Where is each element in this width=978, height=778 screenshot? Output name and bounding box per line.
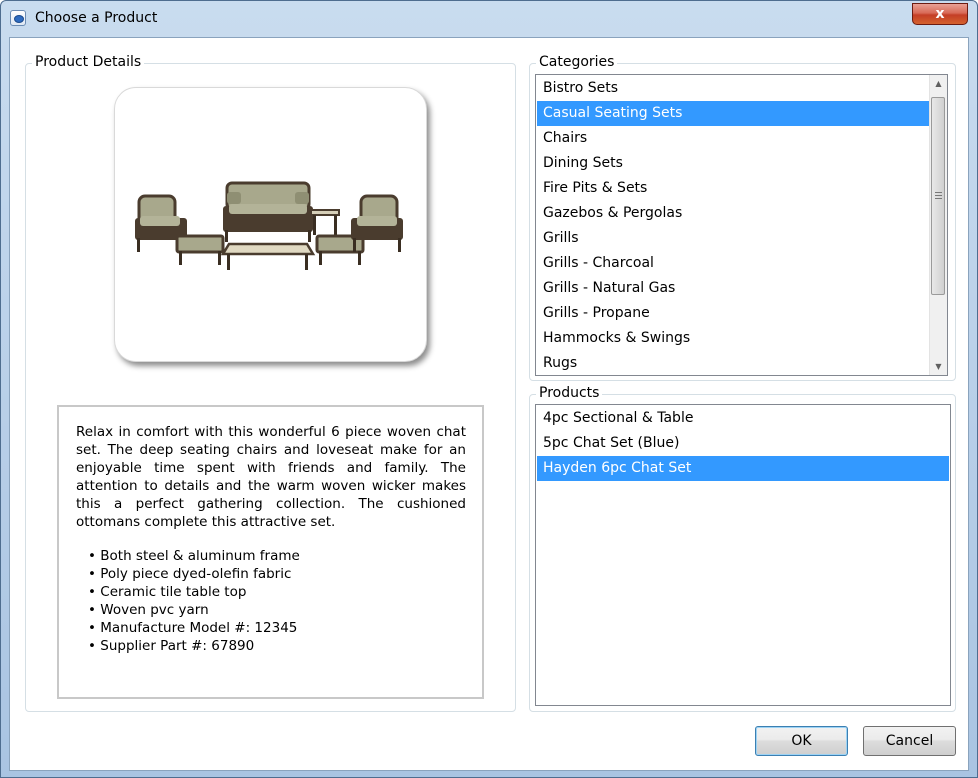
categories-items: Bistro Sets Casual Seating Sets Chairs D… (537, 76, 929, 375)
category-item-grills-propane[interactable]: Grills - Propane (537, 301, 929, 326)
feature-item: Manufacture Model #: 12345 (88, 619, 466, 637)
categories-legend: Categories (536, 54, 618, 70)
product-item-4pc-sectional[interactable]: 4pc Sectional & Table (537, 406, 949, 431)
categories-group: Categories Bistro Sets Casual Seating Se… (529, 54, 956, 381)
products-group: Products 4pc Sectional & Table 5pc Chat … (529, 385, 956, 712)
product-item-5pc-chat-set[interactable]: 5pc Chat Set (Blue) (537, 431, 949, 456)
cancel-button[interactable]: Cancel (863, 726, 956, 756)
app-icon (10, 10, 26, 26)
product-item-hayden-6pc[interactable]: Hayden 6pc Chat Set (537, 456, 949, 481)
products-listbox[interactable]: 4pc Sectional & Table 5pc Chat Set (Blue… (535, 404, 951, 706)
category-item-rugs[interactable]: Rugs (537, 351, 929, 375)
feature-item: Ceramic tile table top (88, 583, 466, 601)
category-item-chairs[interactable]: Chairs (537, 126, 929, 151)
close-button[interactable]: x (912, 3, 968, 25)
feature-list: Both steel & aluminum frame Poly piece d… (76, 547, 466, 655)
scroll-thumb[interactable] (931, 97, 945, 295)
product-details-legend: Product Details (32, 54, 145, 70)
categories-listbox[interactable]: Bistro Sets Casual Seating Sets Chairs D… (535, 74, 948, 376)
category-item-grills[interactable]: Grills (537, 226, 929, 251)
category-item-dining-sets[interactable]: Dining Sets (537, 151, 929, 176)
product-description-box[interactable]: Relax in comfort with this wonderful 6 p… (57, 405, 484, 699)
products-legend: Products (536, 385, 603, 401)
feature-item: Poly piece dyed-olefin fabric (88, 565, 466, 583)
feature-item: Woven pvc yarn (88, 601, 466, 619)
grip-icon (935, 192, 942, 199)
ok-button[interactable]: OK (755, 726, 848, 756)
category-item-grills-charcoal[interactable]: Grills - Charcoal (537, 251, 929, 276)
title-bar[interactable]: Choose a Product x (1, 1, 977, 37)
products-items: 4pc Sectional & Table 5pc Chat Set (Blue… (537, 406, 949, 481)
category-item-grills-natural-gas[interactable]: Grills - Natural Gas (537, 276, 929, 301)
feature-item: Both steel & aluminum frame (88, 547, 466, 565)
product-description: Relax in comfort with this wonderful 6 p… (76, 424, 466, 530)
category-item-fire-pits[interactable]: Fire Pits & Sets (537, 176, 929, 201)
product-image (114, 87, 427, 362)
category-item-bistro-sets[interactable]: Bistro Sets (537, 76, 929, 101)
product-details-group: Product Details Relax in comfort with th… (25, 54, 516, 712)
scroll-up-arrow-icon[interactable]: ▲ (930, 75, 947, 92)
categories-scrollbar[interactable]: ▲ ▼ (929, 75, 947, 375)
feature-item: Supplier Part #: 67890 (88, 637, 466, 655)
category-item-gazebos[interactable]: Gazebos & Pergolas (537, 201, 929, 226)
dialog-client-area: Product Details Relax in comfort with th… (9, 37, 969, 771)
category-item-hammocks[interactable]: Hammocks & Swings (537, 326, 929, 351)
scroll-down-arrow-icon[interactable]: ▼ (930, 358, 947, 375)
patio-set-illustration (135, 181, 403, 270)
dialog-window: Choose a Product x Product Details Relax… (0, 0, 978, 778)
window-title: Choose a Product (35, 10, 158, 26)
category-item-casual-seating-sets[interactable]: Casual Seating Sets (537, 101, 929, 126)
